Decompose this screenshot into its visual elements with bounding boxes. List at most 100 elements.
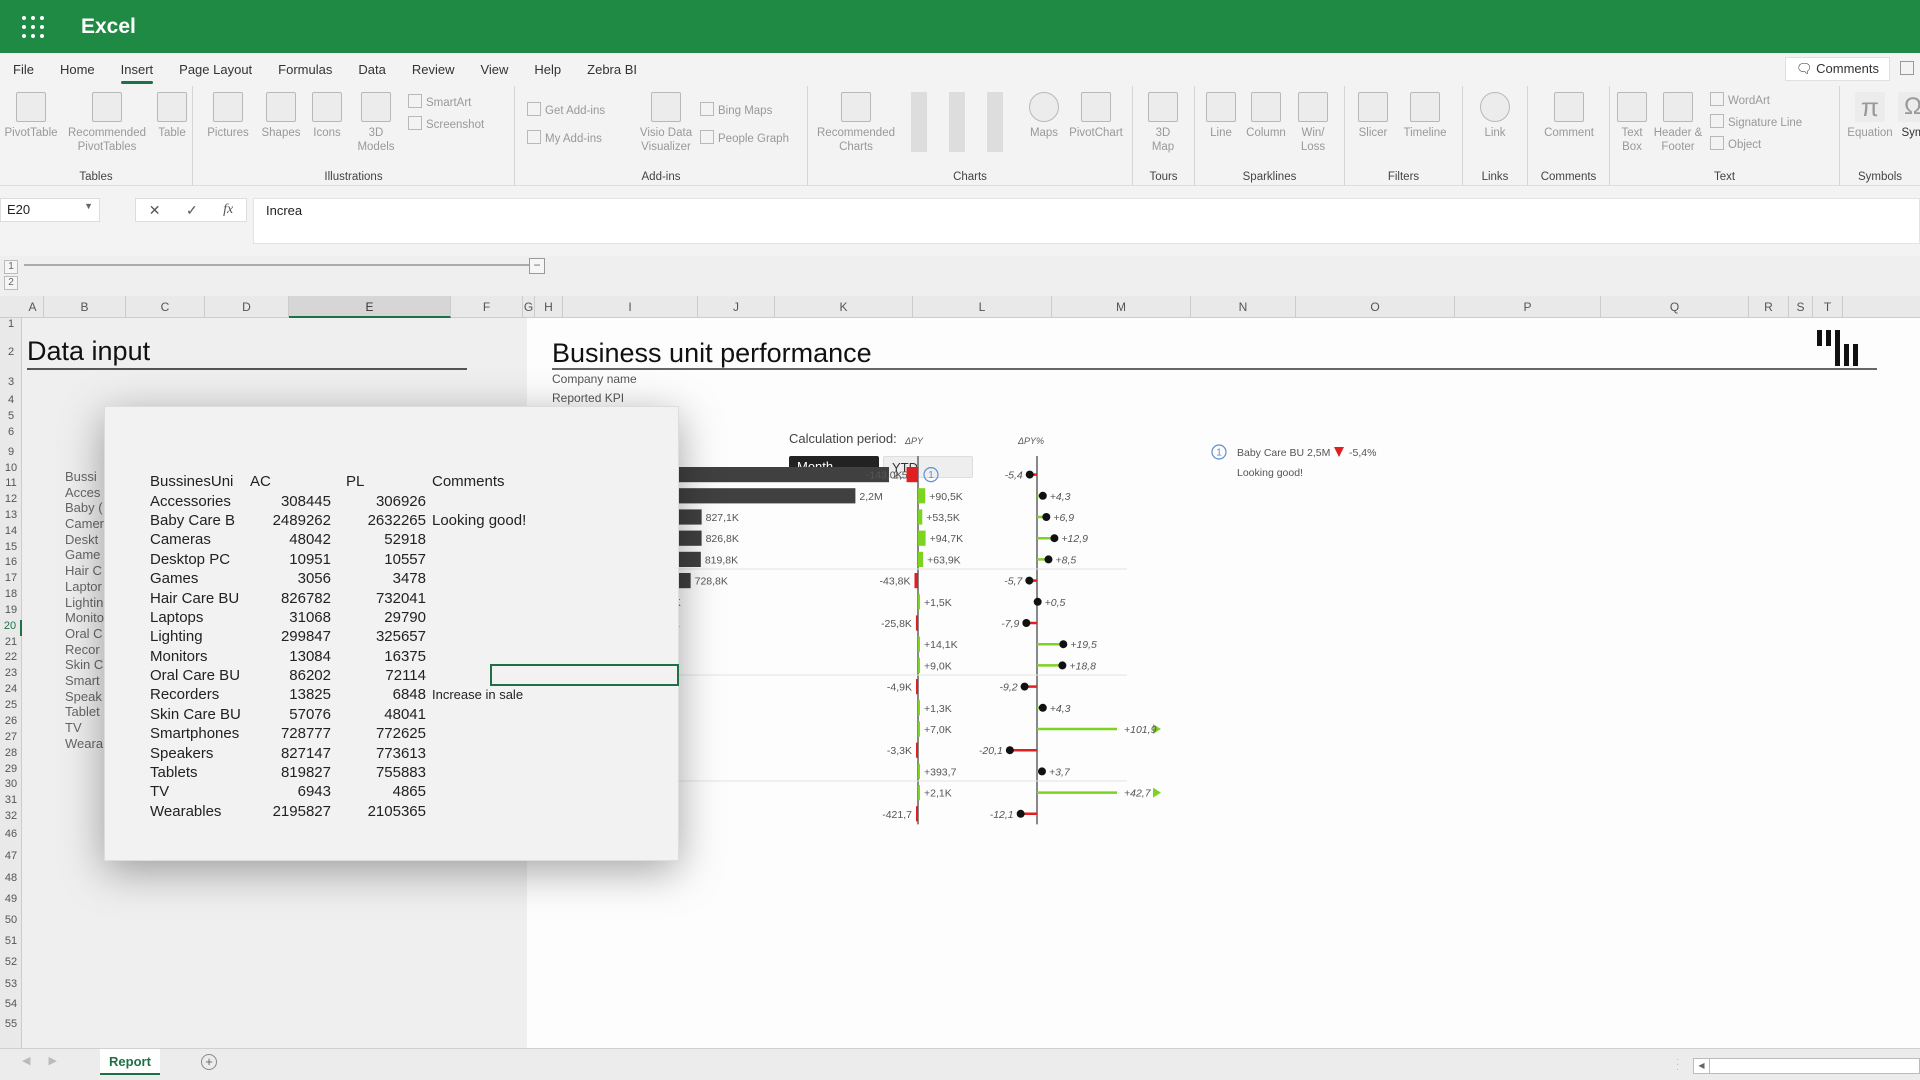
name-box[interactable]: E20 ▼ — [0, 198, 100, 222]
cell-ac[interactable]: 57076 — [248, 706, 331, 723]
cell-bu[interactable]: Laptops — [150, 609, 248, 626]
active-cell-selection[interactable] — [490, 663, 679, 686]
row-header-47[interactable]: 47 — [0, 850, 22, 866]
cell-pl[interactable]: 772625 — [331, 725, 426, 742]
sparkline-line-button[interactable]: Line — [1203, 92, 1239, 140]
chart-type-grid[interactable] — [903, 92, 1013, 152]
column-header-e[interactable]: E — [289, 296, 451, 318]
column-header-s[interactable]: S — [1789, 296, 1813, 318]
maps-button[interactable]: Maps — [1022, 92, 1066, 140]
formula-input[interactable]: Increa — [253, 198, 1920, 244]
row-header-3[interactable]: 3 — [0, 376, 22, 392]
cell-ac[interactable]: 2195827 — [248, 803, 331, 820]
cell-bu[interactable]: Oral Care BU — [150, 667, 248, 684]
row-header-18[interactable]: 18 — [0, 588, 22, 604]
scroll-left-icon[interactable]: ◀ — [1694, 1059, 1710, 1073]
row-header-51[interactable]: 51 — [0, 935, 22, 951]
row-header-28[interactable]: 28 — [0, 747, 22, 763]
cell-bu[interactable]: Tablets — [150, 764, 248, 781]
3d-map-button[interactable]: 3D Map — [1143, 92, 1183, 154]
cell-pl[interactable]: 72114 — [331, 667, 426, 684]
row-header-26[interactable]: 26 — [0, 715, 22, 731]
menu-formulas[interactable]: Formulas — [265, 53, 345, 86]
outline-level-1[interactable]: 1 — [4, 260, 18, 274]
cell-ac[interactable]: 2489262 — [248, 512, 331, 529]
cell-bu[interactable]: Smartphones — [150, 725, 248, 742]
visio-data-visualizer-button[interactable]: Visio Data Visualizer — [637, 92, 695, 154]
row-header-4[interactable]: 4 — [0, 394, 22, 410]
get-addins-button[interactable]: Get Add-ins — [527, 102, 605, 117]
comment-button[interactable]: Comment — [1534, 92, 1604, 140]
pictures-button[interactable]: Pictures — [203, 92, 253, 140]
column-header-o[interactable]: O — [1296, 296, 1455, 318]
row-header-32[interactable]: 32 — [0, 810, 22, 826]
column-header-f[interactable]: F — [451, 296, 523, 318]
cell-pl[interactable]: 3478 — [331, 570, 426, 587]
cell-bu[interactable]: Games — [150, 570, 248, 587]
menu-file[interactable]: File — [0, 53, 47, 86]
row-header-29[interactable]: 29 — [0, 763, 22, 779]
row-header-23[interactable]: 23 — [0, 667, 22, 683]
cell-ac[interactable]: 86202 — [248, 667, 331, 684]
cell-bu[interactable]: Accessories — [150, 493, 248, 510]
bing-maps-button[interactable]: Bing Maps — [700, 102, 772, 117]
cell-bu[interactable]: Hair Care BU — [150, 590, 248, 607]
cell-pl[interactable]: 6848 — [331, 686, 426, 703]
menu-zebra-bi[interactable]: Zebra BI — [574, 53, 650, 86]
cell-pl[interactable]: 306926 — [331, 493, 426, 510]
splitter-handle[interactable]: · · · — [1676, 1055, 1679, 1075]
cell-pl[interactable]: 10557 — [331, 551, 426, 568]
row-header-15[interactable]: 15 — [0, 541, 22, 557]
column-header-d[interactable]: D — [205, 296, 289, 318]
cell-cm[interactable]: Increase in sale — [426, 687, 606, 702]
cell-ac[interactable]: 3056 — [248, 570, 331, 587]
cell-ac[interactable]: 10951 — [248, 551, 331, 568]
wordart-button[interactable]: WordArt — [1710, 92, 1770, 107]
cell-bu[interactable]: Skin Care BU — [150, 706, 248, 723]
row-header-53[interactable]: 53 — [0, 978, 22, 994]
cell-ac[interactable]: 48042 — [248, 531, 331, 548]
column-header-p[interactable]: P — [1455, 296, 1601, 318]
row-header-1[interactable]: 1 — [0, 318, 22, 334]
screenshot-button[interactable]: Screenshot — [408, 116, 484, 131]
row-header-30[interactable]: 30 — [0, 778, 22, 794]
cell-bu[interactable]: Lighting — [150, 628, 248, 645]
row-header-46[interactable]: 46 — [0, 828, 22, 844]
cell-ac[interactable]: 819827 — [248, 764, 331, 781]
cell-pl[interactable]: 4865 — [331, 783, 426, 800]
app-launcher-icon[interactable] — [22, 15, 44, 38]
column-header-n[interactable]: N — [1191, 296, 1296, 318]
menu-review[interactable]: Review — [399, 53, 468, 86]
row-header-22[interactable]: 22 — [0, 651, 22, 667]
row-header-25[interactable]: 25 — [0, 699, 22, 715]
header-footer-button[interactable]: Header & Footer — [1652, 92, 1704, 154]
row-header-12[interactable]: 12 — [0, 493, 22, 509]
timeline-button[interactable]: Timeline — [1397, 92, 1453, 140]
row-header-16[interactable]: 16 — [0, 556, 22, 572]
comments-button[interactable]: 🗨 Comments — [1785, 57, 1890, 81]
cell-bu[interactable]: Cameras — [150, 531, 248, 548]
row-header-11[interactable]: 11 — [0, 477, 22, 493]
cell-bu[interactable]: Monitors — [150, 648, 248, 665]
cell-pl[interactable]: 732041 — [331, 590, 426, 607]
horizontal-scrollbar[interactable]: ◀ — [1693, 1058, 1920, 1074]
menu-data[interactable]: Data — [345, 53, 398, 86]
sparkline-winloss-button[interactable]: Win/ Loss — [1293, 92, 1333, 154]
row-header-13[interactable]: 13 — [0, 509, 22, 525]
menu-insert[interactable]: Insert — [108, 53, 167, 86]
row-header-48[interactable]: 48 — [0, 872, 22, 888]
cell-pl[interactable]: 755883 — [331, 764, 426, 781]
row-header-27[interactable]: 27 — [0, 731, 22, 747]
cell-ac[interactable]: 31068 — [248, 609, 331, 626]
column-header-j[interactable]: J — [698, 296, 775, 318]
row-header-55[interactable]: 55 — [0, 1018, 22, 1034]
menu-help[interactable]: Help — [521, 53, 574, 86]
cell-bu[interactable]: Desktop PC — [150, 551, 248, 568]
row-header-21[interactable]: 21 — [0, 636, 22, 652]
cell-ac[interactable]: 826782 — [248, 590, 331, 607]
cancel-icon[interactable]: ✕ — [149, 202, 161, 219]
cell-pl[interactable]: 52918 — [331, 531, 426, 548]
confirm-icon[interactable]: ✓ — [186, 202, 198, 219]
insert-function-icon[interactable]: fx — [223, 202, 233, 218]
column-header-c[interactable]: C — [126, 296, 205, 318]
